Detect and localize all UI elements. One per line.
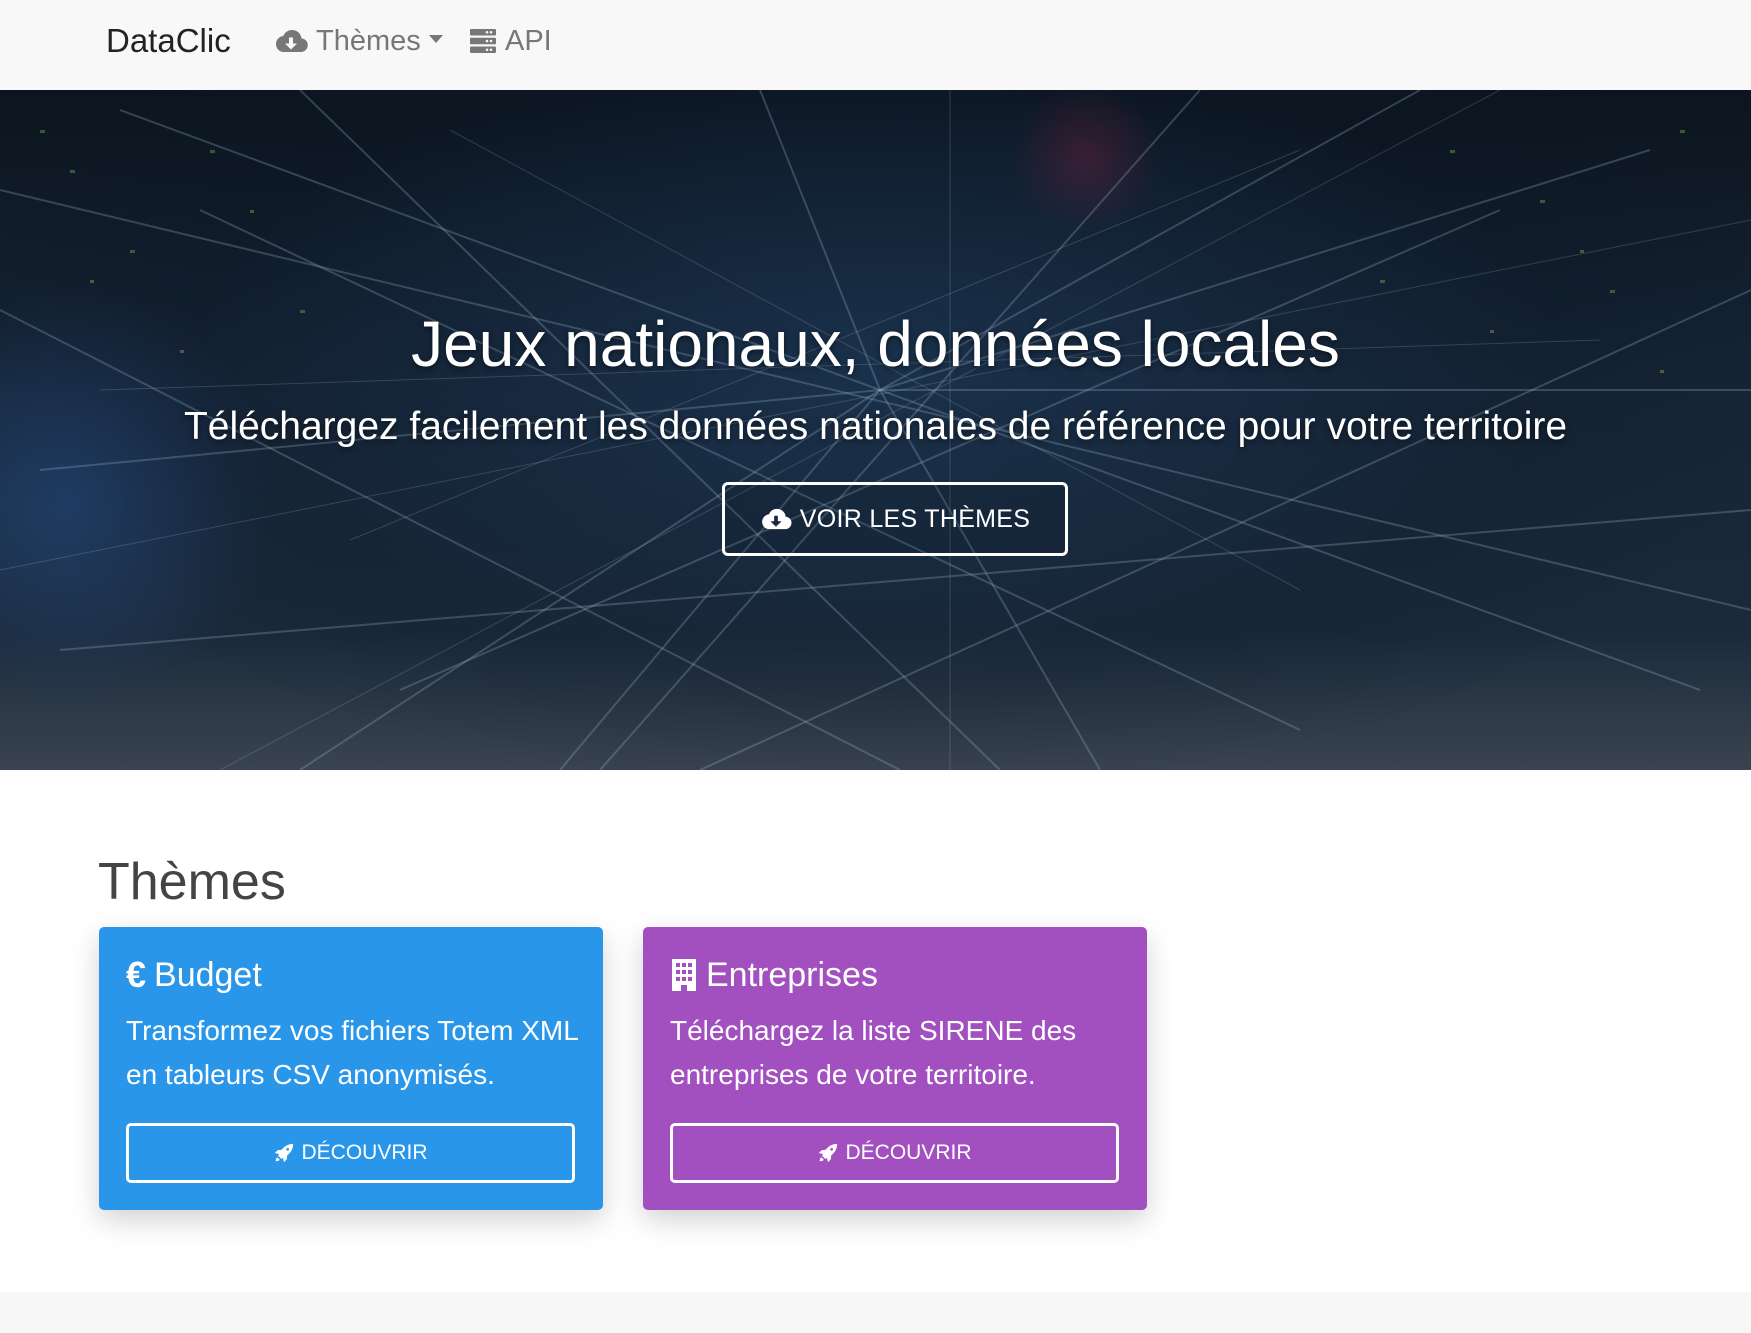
- card-title: Entreprises: [670, 953, 878, 997]
- card-title-text: Budget: [154, 956, 262, 994]
- cloud-download-icon: [761, 508, 792, 530]
- nav-themes-label: Thèmes: [316, 24, 421, 57]
- nav-api-label: API: [505, 24, 552, 57]
- euro-icon: €: [126, 954, 147, 995]
- themes-heading: Thèmes: [98, 853, 286, 911]
- theme-card-budget: € Budget Transformez vos fichiers Totem …: [99, 927, 603, 1210]
- nav-themes-dropdown[interactable]: Thèmes: [274, 20, 443, 62]
- card-title-text: Entreprises: [706, 956, 878, 994]
- discover-entreprises-label: DÉCOUVRIR: [845, 1141, 972, 1164]
- rocket-icon: [275, 1143, 294, 1163]
- chevron-down-icon: [428, 35, 443, 43]
- discover-budget-button[interactable]: DÉCOUVRIR: [126, 1123, 575, 1183]
- brand-link[interactable]: DataClic: [106, 20, 231, 62]
- hero-subtitle: Téléchargez facilement les données natio…: [183, 405, 1568, 448]
- footer: [0, 1292, 1751, 1333]
- nav-api-link[interactable]: API: [469, 20, 552, 62]
- rocket-icon: [819, 1143, 838, 1163]
- card-description: Transformez vos fichiers Totem XML en ta…: [126, 1015, 578, 1090]
- cloud-download-icon: [276, 30, 308, 52]
- building-icon: [672, 959, 696, 991]
- discover-entreprises-button[interactable]: DÉCOUVRIR: [670, 1123, 1119, 1183]
- discover-budget-label: DÉCOUVRIR: [301, 1141, 428, 1164]
- server-icon: [470, 29, 496, 53]
- card-title: € Budget: [126, 953, 262, 997]
- view-themes-button-label: VOIR LES THÈMES: [799, 504, 1031, 533]
- hero-title: Jeux nationaux, données locales: [411, 308, 1340, 380]
- view-themes-button[interactable]: VOIR LES THÈMES: [722, 482, 1068, 556]
- hero-banner: Jeux nationaux, données locales Téléchar…: [0, 90, 1751, 770]
- navbar: DataClic Thèmes API: [0, 0, 1751, 90]
- card-description: Téléchargez la liste SIRENE des entrepri…: [670, 1015, 1077, 1090]
- theme-card-entreprises: Entreprises Téléchargez la liste SIRENE …: [643, 927, 1147, 1210]
